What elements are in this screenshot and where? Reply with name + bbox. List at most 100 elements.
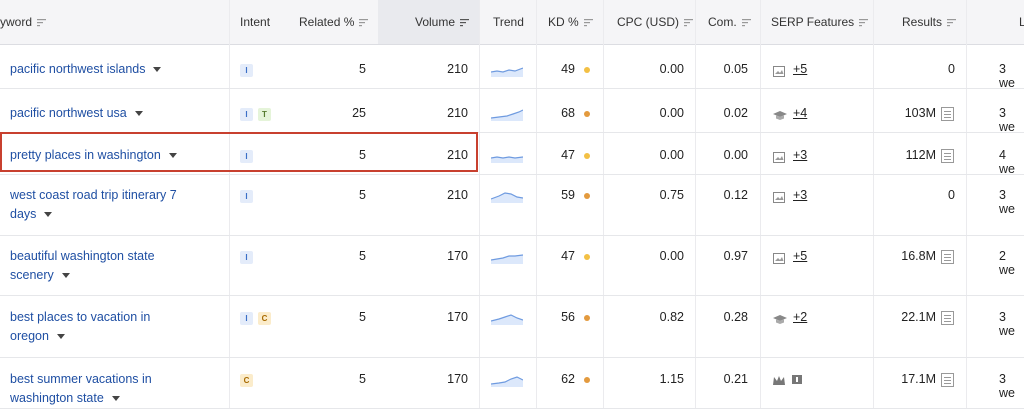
- serp-document-icon[interactable]: [941, 373, 954, 387]
- last-update-value: 3 we: [999, 62, 1015, 90]
- kd-difficulty-dot: [584, 193, 590, 199]
- kd-difficulty-dot: [584, 254, 590, 260]
- kd-difficulty-dot: [584, 111, 590, 117]
- table-row: beautiful washington state scenery I 5 170 47…: [0, 236, 1024, 296]
- volume-value: 170: [447, 249, 468, 263]
- results-value: 0: [948, 62, 955, 76]
- cpc-value: 0.00: [659, 106, 684, 120]
- keyword-link[interactable]: best summer vacations in washington state: [10, 370, 152, 408]
- kd-value: 47: [561, 249, 575, 263]
- sort-icon: [684, 18, 693, 27]
- serp-more-link[interactable]: +5: [793, 62, 807, 76]
- image-icon-glyph: [773, 253, 785, 264]
- header-serp[interactable]: SERP Features: [771, 0, 869, 44]
- cpc-value: 0.82: [659, 310, 684, 324]
- chevron-down-icon[interactable]: [111, 396, 120, 402]
- com-value: 0.02: [723, 106, 748, 120]
- header-keyword-label: yword: [0, 15, 33, 29]
- last-update-value: 3 we: [999, 106, 1015, 134]
- intent-badge: I: [240, 312, 253, 325]
- last-update-value: 3 we: [999, 188, 1015, 216]
- serp-more-link[interactable]: +3: [793, 148, 807, 162]
- serp-document-icon[interactable]: [941, 311, 954, 325]
- header-results-label: Results: [902, 15, 943, 29]
- header-volume[interactable]: Volume: [415, 0, 470, 44]
- kd-value: 62: [561, 372, 575, 386]
- header-volume-label: Volume: [415, 15, 456, 29]
- serp-more-link[interactable]: +4: [793, 106, 807, 120]
- com-value: 0.28: [723, 310, 748, 324]
- intent-badge: C: [240, 374, 253, 387]
- table-row: best places to vacation in oregon I C 5 170 56…: [0, 296, 1024, 358]
- header-results[interactable]: Results: [902, 0, 957, 44]
- header-cpc[interactable]: CPC (USD): [617, 0, 693, 44]
- related-value: 5: [359, 62, 366, 76]
- sort-icon: [37, 18, 47, 27]
- kd-difficulty-dot: [584, 377, 590, 383]
- header-keyword[interactable]: yword: [0, 0, 47, 44]
- header-related[interactable]: Related %: [299, 0, 369, 44]
- table-header: yword Intent Related % Volume Trend KD %…: [0, 0, 1024, 45]
- keyword-link[interactable]: pacific northwest usa: [10, 104, 143, 123]
- trend-sparkline: [491, 254, 523, 264]
- serp-more-link[interactable]: +2: [793, 310, 807, 324]
- table-row: west coast road trip itinerary 7 days I 5 21…: [0, 175, 1024, 236]
- related-value: 5: [359, 249, 366, 263]
- keyword-text-line2: washington state: [10, 391, 104, 405]
- serp-more-link[interactable]: +3: [793, 188, 807, 202]
- intent-badge: I: [240, 190, 253, 203]
- chevron-down-icon[interactable]: [44, 212, 53, 218]
- cpc-value: 0.00: [659, 249, 684, 263]
- sort-icon: [947, 18, 957, 27]
- kd-value: 49: [561, 62, 575, 76]
- serp-more-link[interactable]: +5: [793, 249, 807, 263]
- com-value: 0.00: [723, 148, 748, 162]
- sort-icon: [859, 18, 869, 27]
- keyword-text-line2: days: [10, 207, 37, 221]
- keyword-link[interactable]: west coast road trip itinerary 7 days: [10, 186, 177, 224]
- related-value: 5: [359, 310, 366, 324]
- graduation-cap-icon-glyph: [773, 111, 787, 120]
- header-cpc-label: CPC (USD): [617, 15, 679, 29]
- results-value: 17.1M: [901, 372, 936, 386]
- chevron-down-icon[interactable]: [61, 273, 70, 279]
- com-value: 0.21: [723, 372, 748, 386]
- image-icon: [773, 190, 785, 203]
- sort-icon: [460, 18, 470, 27]
- related-value: 5: [359, 372, 366, 386]
- chevron-down-icon[interactable]: [56, 334, 65, 340]
- results-value: 103M: [904, 106, 936, 120]
- kd-value: 47: [561, 148, 575, 162]
- image-icon: [773, 64, 785, 77]
- keyword-link[interactable]: beautiful washington state scenery: [10, 247, 155, 285]
- graduation-cap-icon: [773, 312, 787, 324]
- header-kd[interactable]: KD %: [548, 0, 593, 44]
- cpc-value: 0.75: [659, 188, 684, 202]
- graduation-cap-icon-glyph: [773, 315, 787, 324]
- header-serp-label: SERP Features: [771, 15, 855, 29]
- image-icon: [773, 251, 785, 264]
- trend-sparkline: [491, 67, 523, 77]
- serp-document-icon[interactable]: [941, 149, 954, 163]
- chevron-down-icon[interactable]: [153, 67, 162, 73]
- header-com[interactable]: Com.: [708, 0, 751, 44]
- kd-difficulty-dot: [584, 153, 590, 159]
- serp-document-icon[interactable]: [941, 250, 954, 264]
- image-icon-glyph: [773, 192, 785, 203]
- table-row: pacific northwest islands I 5 210 49 0.00 0.05…: [0, 45, 1024, 90]
- intent-badge: T: [258, 108, 271, 121]
- volume-value: 170: [447, 310, 468, 324]
- keyword-link[interactable]: pacific northwest islands: [10, 60, 162, 79]
- kd-difficulty-dot: [584, 315, 590, 321]
- trend-sparkline: [491, 314, 523, 325]
- cpc-value: 0.00: [659, 62, 684, 76]
- volume-value: 170: [447, 372, 468, 386]
- trend-sparkline: [491, 109, 523, 121]
- serp-document-icon[interactable]: [941, 107, 954, 121]
- keyword-text: best places to vacation in: [10, 310, 151, 324]
- trend-sparkline: [491, 192, 523, 203]
- sort-icon: [741, 18, 751, 27]
- chevron-down-icon[interactable]: [134, 111, 143, 117]
- kd-difficulty-dot: [584, 67, 590, 73]
- keyword-link[interactable]: best places to vacation in oregon: [10, 308, 150, 346]
